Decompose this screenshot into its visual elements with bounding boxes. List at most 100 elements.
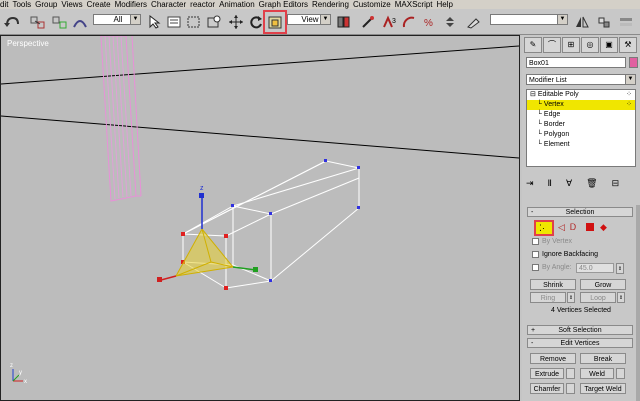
display-tab-icon[interactable]: ▣ — [600, 37, 618, 53]
configure-modifier-sets-icon[interactable]: ⊟ — [612, 178, 620, 189]
edge-mode-icon[interactable]: ◁ — [558, 222, 565, 233]
extrude-button[interactable]: Extrude — [530, 368, 564, 379]
menu-tools[interactable]: Tools — [12, 0, 35, 9]
menu-rendering[interactable]: Rendering — [312, 0, 353, 9]
ring-spinner[interactable]: ⇕ — [567, 292, 575, 303]
selection-rollout-header[interactable]: - Selection — [527, 207, 633, 217]
menu-help[interactable]: Help — [437, 0, 457, 9]
unlink-icon[interactable] — [50, 12, 70, 32]
scale-gizmo[interactable]: z — [157, 185, 258, 282]
menu-character[interactable]: Character — [151, 0, 190, 9]
menu-reactor[interactable]: reactor — [190, 0, 219, 9]
sub-object-dots-icon: ⁘ — [626, 101, 632, 108]
remove-button[interactable]: Remove — [530, 353, 576, 364]
object-name-field[interactable]: Box01 — [526, 57, 626, 68]
shrink-button[interactable]: Shrink — [530, 279, 576, 290]
show-end-result-icon[interactable]: Ⅱ — [548, 178, 552, 189]
soft-selection-rollout-header[interactable]: + Soft Selection — [527, 325, 633, 335]
menu-create[interactable]: Create — [87, 0, 115, 9]
weld-settings-icon[interactable] — [616, 368, 625, 379]
selection-filter-dropdown[interactable]: All ▼ — [93, 14, 141, 25]
stack-item-edge[interactable]: └ Edge — [527, 110, 635, 120]
chamfer-button[interactable]: Chamfer — [530, 383, 564, 394]
rotate-icon[interactable] — [246, 12, 266, 32]
create-tab-icon[interactable]: ✎ — [524, 37, 542, 53]
weld-button[interactable]: Weld — [580, 368, 614, 379]
stack-item-vertex[interactable]: └ Vertex ⁘ — [527, 100, 635, 110]
pin-stack-icon[interactable]: ⇥ — [526, 178, 534, 189]
menu-edit[interactable]: dit — [0, 0, 12, 9]
bind-space-warp-icon[interactable] — [70, 12, 90, 32]
window-crossing-icon[interactable] — [204, 12, 224, 32]
stack-item-border[interactable]: └ Border — [527, 120, 635, 130]
mirror-icon[interactable] — [572, 12, 592, 32]
svg-text:y: y — [19, 370, 22, 376]
angle-value-field[interactable]: 45.0 — [576, 263, 614, 273]
break-button[interactable]: Break — [580, 353, 626, 364]
percent-snap-icon[interactable]: % — [420, 12, 440, 32]
motion-tab-icon[interactable]: ◎ — [581, 37, 599, 53]
select-by-name-icon[interactable] — [164, 12, 184, 32]
align-icon[interactable] — [594, 12, 614, 32]
perspective-viewport[interactable]: Perspective z z x y — [0, 35, 520, 401]
modifier-stack: ⊟ Editable Poly ⁘ └ Vertex ⁘ └ Edge └ Bo… — [526, 89, 636, 167]
stack-item-polygon[interactable]: └ Polygon — [527, 130, 635, 140]
select-object-icon[interactable] — [144, 12, 164, 32]
grid-line — [1, 115, 519, 159]
named-selection-dropdown[interactable]: ▼ — [490, 14, 568, 25]
menu-views[interactable]: Views — [61, 0, 86, 9]
move-icon[interactable] — [226, 12, 246, 32]
target-weld-button[interactable]: Target Weld — [580, 383, 626, 394]
layer-manager-icon[interactable] — [616, 12, 636, 32]
tree-branch-icon: └ — [537, 101, 542, 108]
make-unique-icon[interactable]: ∀ — [566, 178, 572, 189]
pink-column-object[interactable] — [100, 36, 142, 202]
hierarchy-tab-icon[interactable]: ⊞ — [562, 37, 580, 53]
chamfer-settings-icon[interactable] — [566, 383, 575, 394]
select-link-icon[interactable] — [28, 12, 48, 32]
scale-icon[interactable] — [263, 10, 287, 34]
spinner-snap-icon[interactable] — [440, 12, 460, 32]
stack-item-label: Edge — [543, 111, 561, 118]
edit-vertices-rollout-header[interactable]: - Edit Vertices — [527, 338, 633, 348]
menu-group[interactable]: Group — [35, 0, 61, 9]
menu-customize[interactable]: Customize — [353, 0, 395, 9]
loop-spinner[interactable]: ⇕ — [617, 292, 625, 303]
menu-modifiers[interactable]: Modifiers — [115, 0, 151, 9]
snap-toggle-icon[interactable]: 3 — [380, 12, 400, 32]
object-color-swatch[interactable] — [629, 57, 638, 68]
ring-button[interactable]: Ring — [530, 292, 566, 303]
angle-spinner[interactable]: ⇕ — [616, 263, 624, 274]
modify-tab-icon[interactable]: ⌒ — [543, 37, 561, 53]
by-vertex-checkbox[interactable] — [532, 238, 539, 245]
chevron-down-icon: ▼ — [130, 15, 140, 24]
vertex-mode-button[interactable]: ⁚· — [534, 220, 554, 236]
element-mode-icon[interactable]: ◆ — [600, 222, 607, 233]
border-mode-icon[interactable]: Ꭰ — [570, 222, 576, 233]
loop-button[interactable]: Loop — [580, 292, 616, 303]
angle-snap-icon[interactable] — [400, 12, 420, 32]
remove-modifier-icon[interactable]: 🗑 — [586, 178, 597, 189]
reference-coordinate-dropdown[interactable]: View ▼ — [287, 14, 331, 25]
stack-item-editable-poly[interactable]: ⊟ Editable Poly ⁘ — [527, 90, 635, 100]
rectangular-region-icon[interactable] — [184, 12, 204, 32]
pivot-center-icon[interactable] — [334, 12, 354, 32]
ignore-backfacing-checkbox[interactable] — [532, 251, 539, 258]
modifier-list-dropdown[interactable]: Modifier List ▼ — [526, 74, 636, 85]
utilities-tab-icon[interactable]: ⚒ — [619, 37, 637, 53]
menu-animation[interactable]: Animation — [219, 0, 259, 9]
soft-selection-title: Soft Selection — [558, 327, 602, 334]
extrude-settings-icon[interactable] — [566, 368, 575, 379]
menu-maxscript[interactable]: MAXScript — [395, 0, 437, 9]
polygon-mode-icon[interactable] — [586, 223, 594, 231]
edit-named-selection-icon[interactable] — [464, 12, 484, 32]
undo-icon[interactable] — [2, 12, 22, 32]
menu-graph-editors[interactable]: Graph Editors — [259, 0, 312, 9]
select-manipulate-icon[interactable] — [358, 12, 378, 32]
stack-item-element[interactable]: └ Element — [527, 140, 635, 150]
by-angle-checkbox[interactable] — [532, 264, 539, 271]
tree-branch-icon: └ — [537, 131, 542, 138]
command-panel-scrollbar[interactable] — [636, 205, 640, 401]
grow-button[interactable]: Grow — [580, 279, 626, 290]
collapse-icon[interactable]: ⊟ — [530, 91, 536, 98]
